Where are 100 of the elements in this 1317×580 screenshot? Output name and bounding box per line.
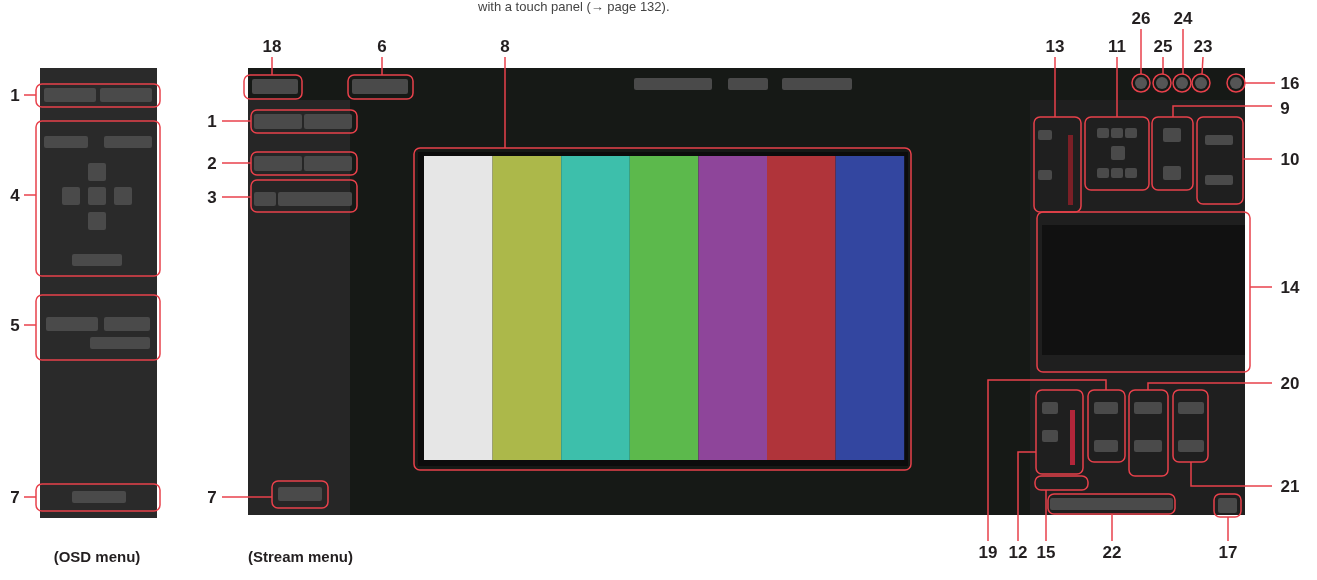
blurred-button[interactable]: [100, 88, 152, 102]
callout-number: 1: [10, 86, 20, 105]
round-button[interactable]: [1135, 77, 1147, 89]
callout-number: 26: [1131, 9, 1151, 28]
blurred-button[interactable]: [1097, 128, 1109, 138]
blurred-button[interactable]: [1125, 128, 1137, 138]
blurred-button[interactable]: [1125, 168, 1137, 178]
callout-number: 9: [1280, 99, 1290, 118]
blurred-button[interactable]: [1134, 440, 1162, 452]
blurred-button[interactable]: [104, 317, 150, 331]
leader-line: [1182, 28, 1184, 75]
blurred-button[interactable]: [254, 156, 302, 171]
blurred-button[interactable]: [278, 192, 352, 206]
leader-line: [221, 120, 252, 122]
blurred-button[interactable]: [44, 136, 88, 148]
blurred-button[interactable]: [304, 114, 352, 129]
callout-number: 25: [1153, 37, 1173, 56]
callout-number: 1: [207, 112, 217, 131]
blurred-button[interactable]: [278, 487, 322, 501]
blurred-button[interactable]: [1111, 128, 1123, 138]
blurred-button[interactable]: [782, 78, 852, 90]
blurred-button[interactable]: [46, 317, 98, 331]
blurred-button[interactable]: [352, 79, 408, 94]
leader-line: [1111, 513, 1113, 542]
callout-number: 22: [1102, 543, 1122, 562]
leader-line: [1242, 158, 1273, 160]
figure-caption: (OSD menu): [53, 548, 141, 565]
blurred-button[interactable]: [44, 88, 96, 102]
blurred-button[interactable]: [88, 163, 106, 181]
blurred-button[interactable]: [88, 187, 106, 205]
highlight-frame: [1226, 73, 1246, 93]
leader-line: [23, 194, 37, 196]
blurred-button[interactable]: [1163, 128, 1181, 142]
blurred-button[interactable]: [1205, 175, 1233, 185]
blurred-button[interactable]: [1094, 440, 1118, 452]
blurred-button[interactable]: [1163, 166, 1181, 180]
callout-number: 20: [1280, 374, 1300, 393]
callout-number: 16: [1280, 74, 1300, 93]
slider-track: [1068, 135, 1073, 205]
callout-number: 13: [1045, 37, 1065, 56]
callout-number: 21: [1280, 477, 1300, 496]
highlight-frame: [1213, 493, 1242, 518]
highlight-frame: [243, 74, 303, 100]
blurred-button[interactable]: [728, 78, 768, 90]
blurred-button[interactable]: [72, 491, 126, 503]
round-button[interactable]: [1230, 77, 1242, 89]
blurred-button[interactable]: [90, 337, 150, 349]
callout-number: 3: [207, 188, 217, 207]
blurred-button[interactable]: [254, 192, 276, 206]
round-button[interactable]: [1156, 77, 1168, 89]
callout-number: 5: [10, 316, 20, 335]
round-button[interactable]: [1195, 77, 1207, 89]
blurred-button[interactable]: [252, 79, 298, 94]
leader-line: [23, 496, 37, 498]
leader-line: [1054, 56, 1056, 118]
callout-number: 14: [1280, 278, 1300, 297]
slider-track: [1070, 410, 1075, 465]
blurred-button[interactable]: [72, 254, 122, 266]
callout-number: 4: [10, 186, 20, 205]
blurred-button[interactable]: [1111, 146, 1125, 160]
blurred-button[interactable]: [1042, 430, 1058, 442]
callout-number: 7: [10, 488, 20, 507]
blurred-button[interactable]: [1111, 168, 1123, 178]
blurred-button[interactable]: [254, 114, 302, 129]
figure-caption: (Stream menu): [248, 548, 354, 565]
leader-line: [271, 56, 273, 76]
blurred-button[interactable]: [88, 212, 106, 230]
highlight-frame: [347, 74, 414, 100]
blurred-button[interactable]: [634, 78, 712, 90]
blurred-button[interactable]: [1134, 402, 1162, 414]
blurred-button[interactable]: [1178, 402, 1204, 414]
blurred-button[interactable]: [114, 187, 132, 205]
callout-number: 24: [1173, 9, 1193, 28]
callout-number: 2: [207, 154, 217, 173]
highlight-frame: [1152, 73, 1172, 93]
callout-number: 11: [1108, 37, 1126, 56]
leader-line: [1201, 56, 1204, 75]
callout-number: 18: [262, 37, 282, 56]
callout-number: 7: [207, 488, 217, 507]
blurred-button[interactable]: [1205, 135, 1233, 145]
blurred-button[interactable]: [1178, 440, 1204, 452]
leader-line: [1162, 56, 1164, 75]
leader-line: [1244, 82, 1276, 84]
blurred-button[interactable]: [104, 136, 152, 148]
page-note: with a touch panel (→ page 132).: [478, 0, 670, 14]
blurred-button[interactable]: [1050, 498, 1173, 510]
blurred-button[interactable]: [62, 187, 80, 205]
callout-number: 10: [1280, 150, 1300, 169]
blurred-button[interactable]: [1038, 170, 1052, 180]
blurred-button[interactable]: [1042, 402, 1058, 414]
blurred-button[interactable]: [1218, 498, 1237, 513]
round-button[interactable]: [1176, 77, 1188, 89]
leader-line: [1140, 28, 1142, 75]
callout-number: 19: [978, 543, 998, 562]
blurred-button[interactable]: [1097, 168, 1109, 178]
blurred-button[interactable]: [304, 156, 352, 171]
blurred-button[interactable]: [1094, 402, 1118, 414]
highlight-frame: [1172, 73, 1192, 93]
callout-number: 17: [1218, 543, 1238, 562]
blurred-button[interactable]: [1038, 130, 1052, 140]
